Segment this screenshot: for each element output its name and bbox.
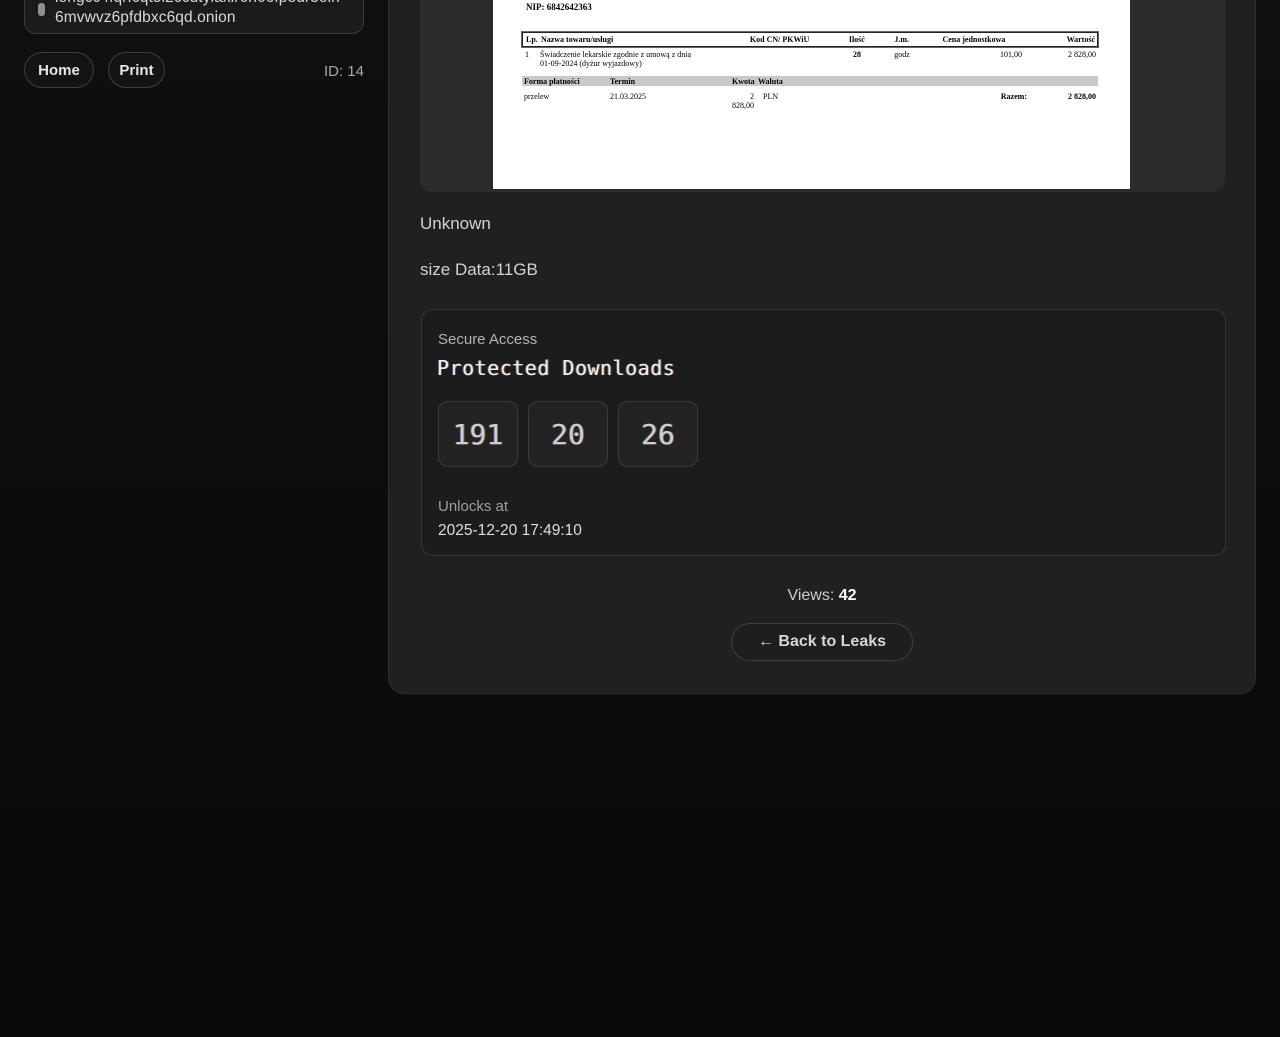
views-counter: Views: 42	[389, 587, 1255, 605]
razem-label: Razem:	[814, 92, 1027, 110]
views-value: 42	[839, 587, 857, 604]
invoice-table-header: Lp. Nazwa towaru/usługi Kod CN/ PKWiU Il…	[522, 32, 1098, 47]
header-ilosc: Ilość	[832, 35, 882, 44]
row-name: Świadczenie lekarskie zgodnie z umową z …	[540, 50, 727, 73]
row-ilosc: 28	[832, 50, 882, 73]
company-name: Unknown	[420, 214, 491, 234]
payment-header-forma: Forma płatności	[522, 77, 610, 86]
views-label: Views:	[787, 587, 834, 604]
data-size-label: size Data:11GB	[420, 260, 538, 280]
payment-header-band: Forma płatności Termin Kwota Waluta	[522, 76, 1098, 86]
invoice-item-row: 1 Świadczenie lekarskie zgodnie z umową …	[522, 47, 1098, 73]
unlocks-at-time: 2025-12-20 17:49:10	[438, 522, 582, 540]
payment-header-waluta: Waluta	[754, 77, 783, 86]
onion-address-line1: longcc4fqrfcqt5i2ccutylaxlr6h66fp8dr3oln	[55, 0, 340, 8]
row-wartosc: 2 828,00	[1027, 50, 1098, 73]
countdown-minutes: 26	[618, 401, 698, 467]
row-name-line2: 01-09-2024 (dyżur wyjazdowy)	[540, 59, 642, 68]
header-kod: Kod CN/ PKWiU	[727, 35, 832, 44]
header-cena: Cena jednostkowa	[922, 35, 1027, 44]
payment-row: przelew 21.03.2025 2 828,00 PLN Razem: 2…	[522, 92, 1098, 110]
onion-address-box[interactable]: longcc4fqrfcqt5i2ccutylaxlr6h66fp8dr3oln…	[24, 0, 364, 34]
back-to-leaks-button[interactable]: ← Back to Leaks	[731, 623, 913, 661]
record-id-label: ID: 14	[24, 63, 364, 80]
header-wartosc: Wartość	[1026, 35, 1097, 44]
row-lp: 1	[522, 50, 540, 73]
header-lp: Lp.	[523, 35, 541, 44]
invoice-document-page: NIP: 6842642363 Lp. Nazwa towaru/usługi …	[493, 0, 1130, 189]
leak-detail-card: NIP: 6842642363 Lp. Nazwa towaru/usługi …	[388, 0, 1256, 694]
row-cena: 101,00	[922, 50, 1027, 73]
secure-access-card: Secure Access Protected Downloads 191 20…	[421, 309, 1226, 556]
payment-kwota: 2 828,00	[732, 92, 754, 110]
row-kod	[727, 50, 832, 73]
countdown-hours: 20	[528, 401, 608, 467]
payment-forma: przelew	[522, 92, 610, 110]
payment-waluta: PLN	[754, 92, 814, 110]
lock-icon	[38, 3, 45, 16]
payment-header-termin: Termin	[610, 77, 732, 86]
header-name: Nazwa towaru/usługi	[541, 35, 727, 44]
row-jm: godz	[882, 50, 922, 73]
invoice-nip: NIP: 6842642363	[526, 2, 592, 12]
invoice-table: Lp. Nazwa towaru/usługi Kod CN/ PKWiU Il…	[522, 32, 1098, 110]
payment-header-kwota: Kwota	[732, 77, 754, 86]
razem-value: 2 828,00	[1027, 92, 1096, 110]
header-jm: J.m.	[882, 35, 922, 44]
payment-termin: 21.03.2025	[610, 92, 732, 110]
onion-address-line2: 6mvwvz6pfdbxc6qd.onion	[55, 8, 340, 28]
row-name-line1: Świadczenie lekarskie zgodnie z umową z …	[540, 50, 691, 59]
document-viewer[interactable]: NIP: 6842642363 Lp. Nazwa towaru/usługi …	[420, 0, 1225, 192]
onion-address: longcc4fqrfcqt5i2ccutylaxlr6h66fp8dr3oln…	[55, 0, 340, 28]
secure-access-eyebrow: Secure Access	[438, 331, 537, 348]
unlocks-at-label: Unlocks at	[438, 498, 508, 515]
protected-downloads-title: Protected Downloads	[437, 356, 675, 380]
countdown-days: 191	[438, 401, 518, 467]
